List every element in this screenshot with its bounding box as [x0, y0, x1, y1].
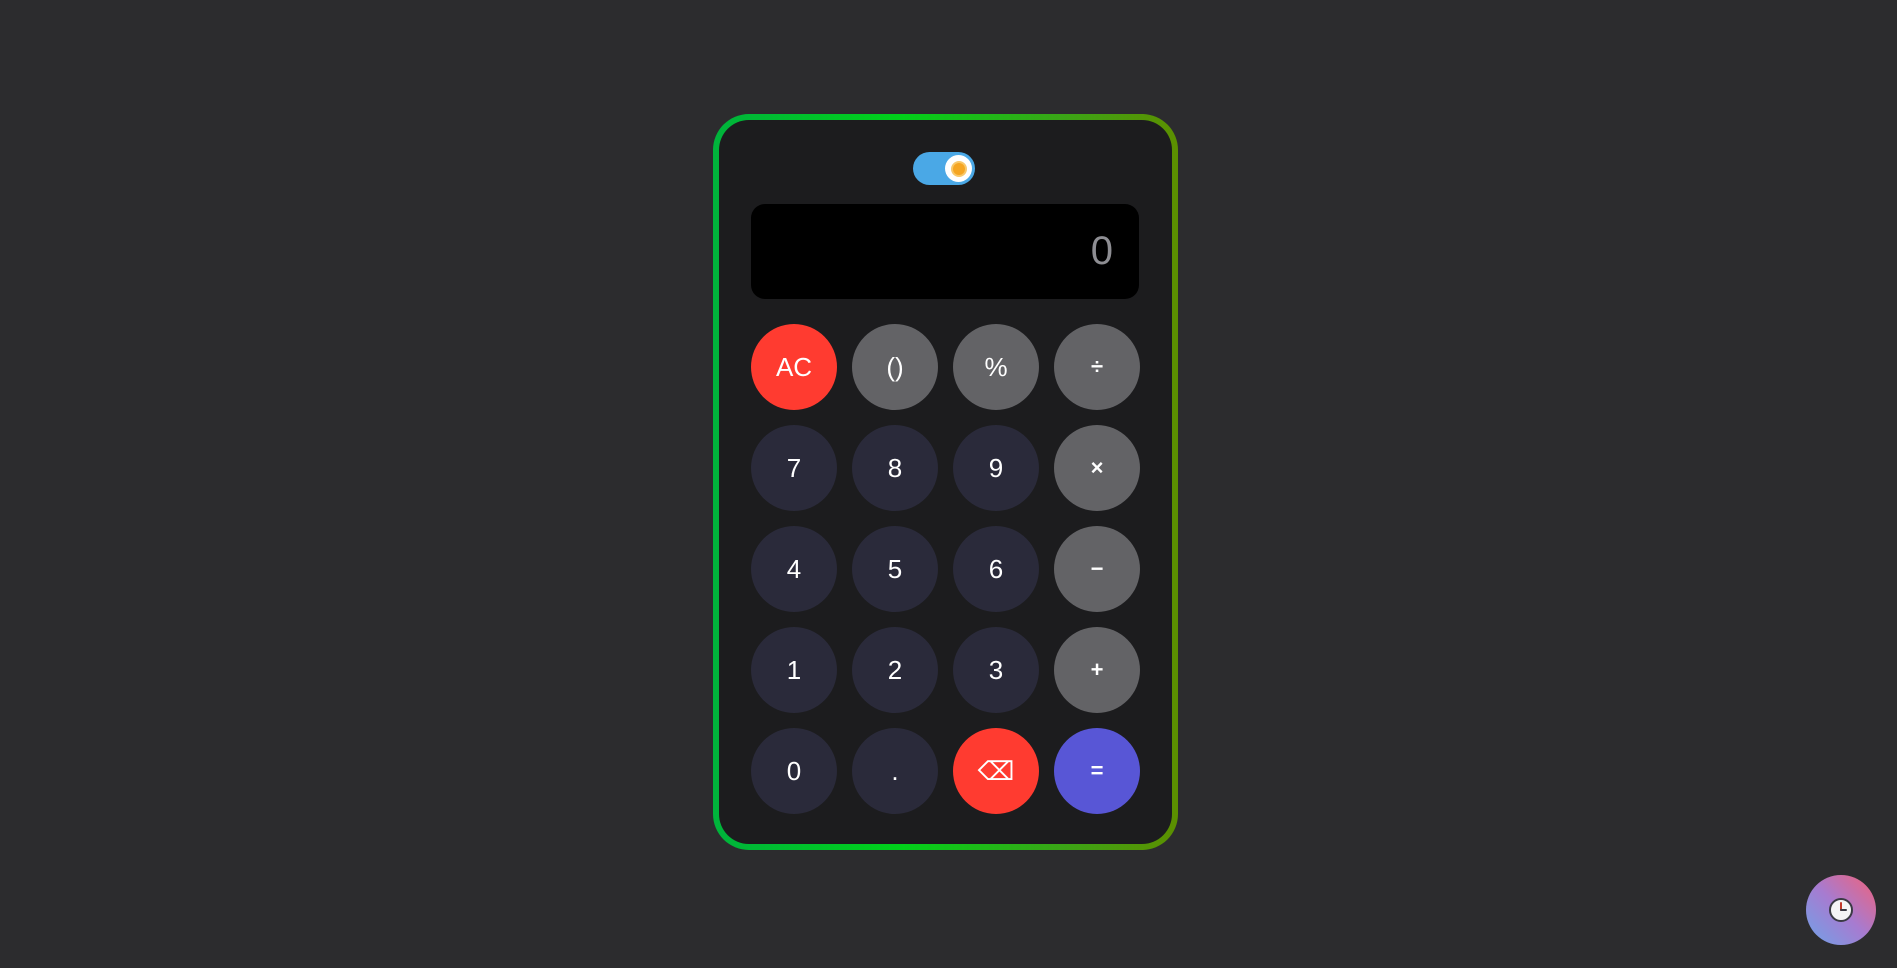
digit-0-button[interactable]: 0: [751, 728, 837, 814]
percent-button[interactable]: %: [953, 324, 1039, 410]
digit-7-button[interactable]: 7: [751, 425, 837, 511]
keypad: AC()% ÷ 7 8 9 × 4 5 6− 1 2 3 +0. ⌫ =: [751, 324, 1140, 814]
clock-icon: [1829, 898, 1853, 922]
toggle-knob: [945, 155, 972, 182]
digit-3-button[interactable]: 3: [953, 627, 1039, 713]
display: 0: [751, 204, 1139, 299]
digit-1-button[interactable]: 1: [751, 627, 837, 713]
digit-9-button[interactable]: 9: [953, 425, 1039, 511]
backspace-button[interactable]: ⌫: [953, 728, 1039, 814]
digit-4-button[interactable]: 4: [751, 526, 837, 612]
sun-icon: [952, 162, 965, 175]
digit-8-button[interactable]: 8: [852, 425, 938, 511]
digit-5-button[interactable]: 5: [852, 526, 938, 612]
history-button[interactable]: [1806, 875, 1876, 945]
clear-button[interactable]: AC: [751, 324, 837, 410]
subtract-button[interactable]: −: [1054, 526, 1140, 612]
display-value: 0: [1090, 229, 1113, 273]
decimal-button[interactable]: .: [852, 728, 938, 814]
calculator: 0 AC()% ÷ 7 8 9 × 4 5 6− 1 2 3 +0. ⌫ =: [713, 114, 1178, 850]
add-button[interactable]: +: [1054, 627, 1140, 713]
calculator-body: 0 AC()% ÷ 7 8 9 × 4 5 6− 1 2 3 +0. ⌫ =: [719, 120, 1172, 844]
theme-toggle[interactable]: [913, 152, 975, 185]
parentheses-button[interactable]: (): [852, 324, 938, 410]
divide-button[interactable]: ÷: [1054, 324, 1140, 410]
digit-6-button[interactable]: 6: [953, 526, 1039, 612]
digit-2-button[interactable]: 2: [852, 627, 938, 713]
multiply-button[interactable]: ×: [1054, 425, 1140, 511]
equals-button[interactable]: =: [1054, 728, 1140, 814]
